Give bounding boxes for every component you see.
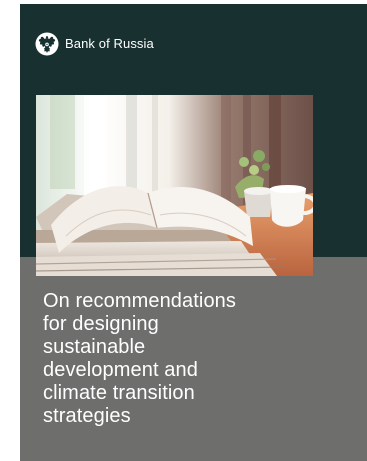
title-line: for designing [43,313,159,335]
title-line: On recommendations [43,290,237,312]
brand-name: Bank of Russia [65,36,154,51]
double-headed-eagle-icon [35,32,59,56]
title-line: sustainable [43,336,146,358]
report-title: On recommendations for designing sustain… [43,290,343,428]
brand-block: Bank of Russia [35,31,154,57]
report-cover: Bank of Russia On recommendations for de… [20,4,367,461]
document-page: Bank of Russia On recommendations for de… [0,0,367,461]
cover-photo [36,95,313,276]
title-line: climate transition [43,382,195,404]
title-line: strategies [43,405,131,427]
title-line: development and [43,359,198,381]
